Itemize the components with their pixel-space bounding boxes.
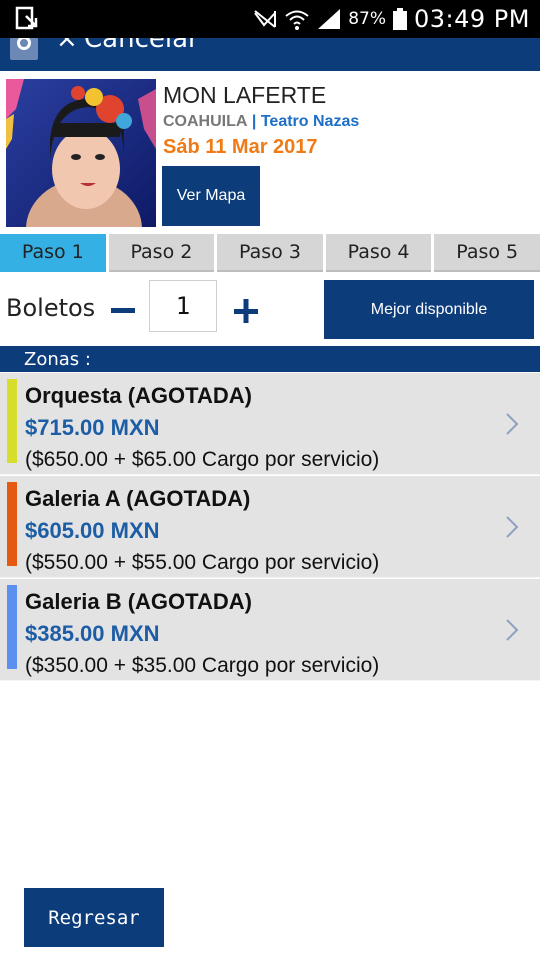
- battery-percent: 87%: [348, 9, 387, 29]
- zone-color-bar: [7, 482, 17, 566]
- zone-name: Galeria B (AGOTADA): [25, 589, 252, 614]
- chevron-right-icon: [506, 619, 519, 641]
- zone-color-bar: [7, 585, 17, 669]
- mute-icon: [254, 10, 277, 28]
- signal-icon: [318, 9, 341, 29]
- battery-icon: [393, 8, 408, 30]
- status-bar: 87% 03:49 PM: [0, 0, 540, 38]
- quantity-input[interactable]: [149, 280, 217, 332]
- event-location: COAHUILA | Teatro Nazas: [163, 113, 359, 131]
- zones-header: Zonas :: [0, 346, 540, 372]
- tab-step-5[interactable]: Paso 5: [434, 234, 540, 272]
- zone-row-orquesta[interactable]: Orquesta (AGOTADA) $715.00 MXN ($650.00 …: [0, 373, 540, 475]
- zone-price-breakdown: ($350.00 + $35.00 Cargo por servicio): [25, 654, 380, 677]
- app-logo-icon: [10, 38, 38, 60]
- zone-price: $715.00 MXN: [25, 415, 160, 440]
- zone-row-galeria-b[interactable]: Galeria B (AGOTADA) $385.00 MXN ($350.00…: [0, 579, 540, 681]
- download-icon: [15, 6, 38, 30]
- view-map-button[interactable]: Ver Mapa: [162, 166, 260, 226]
- zone-price-breakdown: ($550.00 + $55.00 Cargo por servicio): [25, 551, 380, 574]
- zone-row-galeria-a[interactable]: Galeria A (AGOTADA) $605.00 MXN ($550.00…: [0, 476, 540, 578]
- event-date: Sáb 11 Mar 2017: [163, 136, 318, 158]
- chevron-right-icon: [506, 516, 519, 538]
- tab-step-1[interactable]: Paso 1: [0, 234, 106, 272]
- tab-step-2[interactable]: Paso 2: [108, 234, 215, 272]
- nav-bar: × Cancelar: [0, 38, 540, 71]
- event-title: MON LAFERTE: [163, 82, 327, 108]
- tab-step-3[interactable]: Paso 3: [217, 234, 323, 272]
- zone-name: Galeria A (AGOTADA): [25, 486, 251, 511]
- cancel-button[interactable]: Cancelar: [84, 38, 199, 54]
- step-tabs: Paso 1 Paso 2 Paso 3 Paso 4 Paso 5: [0, 234, 540, 272]
- best-available-button[interactable]: Mejor disponible: [324, 280, 534, 339]
- zone-color-bar: [7, 379, 17, 463]
- zone-name: Orquesta (AGOTADA): [25, 383, 252, 408]
- tab-step-4[interactable]: Paso 4: [325, 234, 432, 272]
- event-poster-image: [6, 79, 156, 227]
- status-time: 03:49 PM: [414, 5, 530, 33]
- event-venue-link[interactable]: Teatro Nazas: [261, 113, 359, 130]
- close-icon[interactable]: ×: [56, 38, 78, 54]
- wifi-icon: [285, 10, 309, 30]
- back-button[interactable]: Regresar: [24, 888, 164, 947]
- plus-icon[interactable]: [233, 298, 259, 324]
- zone-price: $385.00 MXN: [25, 621, 160, 646]
- tickets-label: Boletos: [6, 294, 96, 322]
- location-separator: |: [251, 113, 257, 130]
- zone-price-breakdown: ($650.00 + $65.00 Cargo por servicio): [25, 448, 380, 471]
- minus-icon[interactable]: [110, 298, 136, 324]
- chevron-right-icon: [506, 413, 519, 435]
- event-state: COAHUILA: [163, 113, 248, 130]
- zones-label: Zonas :: [24, 349, 91, 370]
- zone-price: $605.00 MXN: [25, 518, 160, 543]
